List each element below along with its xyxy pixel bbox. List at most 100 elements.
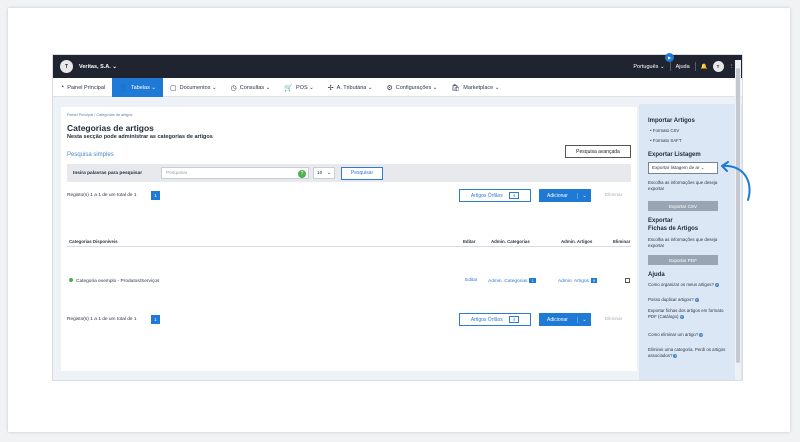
nav-documentos[interactable]: ▢ Documentos ⌄: [163, 78, 224, 97]
nav-label: Consultas ⌄: [239, 84, 271, 91]
app-window: T Veritas, S.A. ⌄ Português ⌄ Ajuda 🔔 T …: [52, 54, 743, 381]
clock-icon: ◷: [230, 84, 237, 92]
language-selector[interactable]: Português ⌄: [633, 64, 664, 70]
orphan-count-badge: 4: [508, 316, 520, 323]
col-admin-categories: Admin. Categorias: [491, 239, 530, 244]
col-admin-articles: Admin. Artigos: [561, 239, 593, 244]
nav-label: Tabelas ⌄: [130, 84, 156, 91]
page-button-top[interactable]: 1: [151, 191, 160, 200]
cart-icon: 🛒: [284, 84, 294, 92]
search-input[interactable]: Pesquisar ?: [161, 167, 309, 179]
add-label: Adicionar: [547, 316, 568, 323]
nav-label: Documentos ⌄: [179, 84, 217, 91]
search-button[interactable]: Pesquisar: [341, 166, 383, 180]
remove-button-top[interactable]: Eliminar: [605, 193, 622, 198]
help-link-5[interactable]: Eliminei uma categoria. Perdi os artigos…: [648, 347, 728, 359]
main-nav: ◔ Painel Principal 👤 Tabelas ⌄ ▢ Documentos…: [53, 78, 742, 97]
search-go-icon[interactable]: ?: [298, 170, 306, 178]
help-link-1[interactable]: Como organizar os meus artigos??: [648, 282, 728, 288]
document-icon: ▢: [169, 84, 177, 92]
chevron-down-icon[interactable]: ⌄: [577, 192, 591, 199]
col-category: Categorias Disponíveis: [69, 239, 118, 244]
page-title: Categorias de artigos: [67, 123, 154, 133]
admin-articles-link[interactable]: Admin. Artigos 9: [558, 278, 598, 284]
nav-label: Painel Principal: [67, 84, 106, 91]
nav-label: Configurações ⌄: [395, 84, 438, 91]
question-icon: ?: [673, 354, 678, 358]
nav-label: Marketplace ⌄: [463, 84, 500, 91]
page-subtitle: Nesta secção pode administrar as categor…: [67, 134, 213, 140]
per-page-value: 10: [317, 170, 323, 176]
orphan-label: Artigos Órfãos: [470, 192, 503, 199]
orphan-count-badge: 4: [508, 192, 520, 199]
question-icon: ?: [714, 283, 719, 287]
records-count-top: Registo(s) 1 a 1 de um total de 1: [67, 193, 137, 198]
help-link-2[interactable]: Posso duplicar artigos??: [648, 297, 728, 303]
question-icon: ?: [694, 298, 699, 302]
bell-icon[interactable]: 🔔: [701, 64, 708, 70]
edit-link[interactable]: Editar: [465, 278, 478, 283]
add-label: Adicionar: [547, 192, 568, 199]
nav-painel-principal[interactable]: ◔ Painel Principal: [53, 78, 112, 97]
per-page-select[interactable]: 10 ⌄: [313, 167, 335, 179]
export-list-title: Exportar Listagem: [648, 152, 701, 158]
export-sheets-info: Escolha as informações que deseja export…: [648, 237, 718, 248]
export-list-select[interactable]: Exportar listagem de ar ⌄: [648, 162, 718, 174]
help-link-3[interactable]: Exportar fichas dos artigos em formato P…: [648, 308, 728, 320]
question-icon: ?: [679, 315, 684, 319]
records-count-bottom: Registo(s) 1 a 1 de um total de 1: [67, 317, 137, 322]
top-bar: T Veritas, S.A. ⌄ Português ⌄ Ajuda 🔔 T …: [53, 55, 742, 78]
export-csv-button[interactable]: Exportar CSV: [648, 201, 718, 211]
user-icon: 👤: [119, 84, 128, 92]
advanced-search-button[interactable]: Pesquisa avançada: [565, 145, 631, 158]
category-name: Categoria exemplo - Produtos/Serviços: [69, 278, 159, 284]
play-video-icon[interactable]: ▶: [665, 53, 674, 62]
col-remove: Eliminar: [613, 239, 631, 244]
export-sheets-title-2: Fichas de Artigos: [648, 226, 699, 232]
admin-categories-link[interactable]: Admin. Categorias 1: [488, 278, 536, 284]
divider: [669, 62, 671, 71]
nav-configuracoes[interactable]: ⚙ Configurações ⌄: [379, 78, 444, 97]
orphan-label: Artigos Órfãos: [470, 316, 503, 323]
orphan-items-button-top[interactable]: Artigos Órfãos 4: [459, 189, 531, 202]
row-checkbox[interactable]: [625, 278, 630, 283]
nav-tabelas[interactable]: 👤 Tabelas ⌄: [112, 78, 163, 97]
nav-label: A. Tributária ⌄: [336, 84, 373, 91]
nav-tributaria[interactable]: ✢ A. Tributária ⌄: [321, 78, 380, 97]
scrollbar-thumb[interactable]: [736, 68, 740, 363]
question-icon: ?: [699, 333, 704, 337]
divider: [694, 62, 696, 71]
simple-search-tab[interactable]: Pesquisa simples: [67, 152, 114, 158]
nav-marketplace[interactable]: 🛍 Marketplace ⌄: [444, 78, 506, 97]
breadcrumb[interactable]: Painel Principal / Categorias de artigos: [67, 113, 132, 117]
add-button-top[interactable]: Adicionar ⌄: [539, 189, 591, 202]
nav-pos[interactable]: 🛒 POS ⌄: [277, 78, 320, 97]
chevron-down-icon[interactable]: ⌄: [577, 316, 591, 323]
search-bar: Insira palavras para pesquisar Pesquisar…: [67, 164, 631, 182]
search-label: Insira palavras para pesquisar: [73, 170, 143, 176]
company-selector[interactable]: Veritas, S.A. ⌄: [79, 64, 117, 70]
help-link-4[interactable]: Como eliminar um artigo??: [648, 332, 728, 338]
orphan-items-button-bottom[interactable]: Artigos Órfãos 4: [459, 313, 531, 326]
import-csv-link[interactable]: • Formato CSV: [650, 128, 679, 134]
nav-label: POS ⌄: [296, 84, 314, 91]
nav-consultas[interactable]: ◷ Consultas ⌄: [224, 78, 278, 97]
export-info: Escolha as informações que deseja export…: [648, 180, 718, 191]
import-saft-link[interactable]: • Formato SAFT: [650, 138, 682, 144]
search-placeholder: Pesquisar: [166, 170, 188, 176]
export-sheets-title: Exportar: [648, 218, 673, 224]
sidebar: Importar Artigos • Formato CSV • Formato…: [639, 104, 742, 380]
avatar[interactable]: T: [712, 61, 724, 72]
help-link[interactable]: Ajuda: [676, 64, 690, 70]
help-title: Ajuda: [648, 272, 665, 278]
col-edit: Editar: [463, 239, 476, 244]
more-vertical-icon[interactable]: ⋮: [729, 64, 735, 70]
export-pdf-button[interactable]: Exportar PDF: [648, 255, 718, 265]
table-header: Categorias Disponíveis Editar Admin. Cat…: [67, 237, 631, 247]
page-button-bottom[interactable]: 1: [151, 315, 160, 324]
add-button-bottom[interactable]: Adicionar ⌄: [539, 313, 591, 326]
remove-button-bottom[interactable]: Eliminar: [605, 317, 622, 322]
shop-icon: 🛍: [451, 84, 461, 92]
dashboard-icon: ◔: [60, 84, 65, 91]
content-panel: Painel Principal / Categorias de artigos…: [61, 107, 637, 371]
